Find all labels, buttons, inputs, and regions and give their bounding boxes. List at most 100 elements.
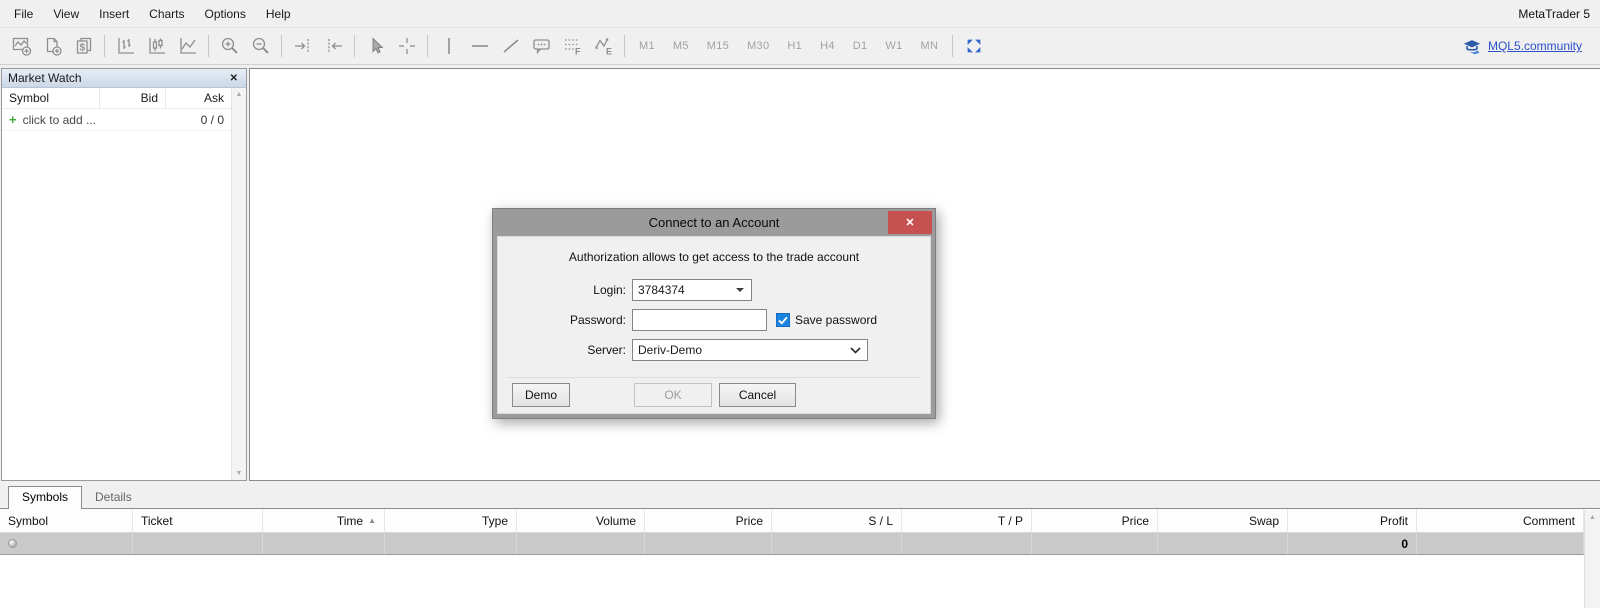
cancel-button[interactable]: Cancel (719, 383, 796, 407)
tab-details[interactable]: Details (82, 487, 145, 508)
column-type[interactable]: Type (385, 509, 517, 532)
login-row: Login: 3784374 (498, 279, 930, 301)
timeframe-m30-button[interactable]: M30 (738, 40, 778, 52)
new-chart-button[interactable] (6, 32, 37, 61)
crosshair-button[interactable] (391, 32, 422, 61)
dropdown-arrow-icon[interactable] (736, 288, 744, 292)
fullscreen-icon (964, 36, 984, 56)
auto-scroll-icon (292, 35, 314, 57)
market-watch-scrollbar[interactable]: ▲ ▼ (231, 88, 246, 480)
column-time[interactable]: Time ▲ (263, 509, 385, 532)
market-watch-header: Symbol Bid Ask (2, 88, 231, 109)
zoom-out-button[interactable] (245, 32, 276, 61)
mql5-community-link[interactable]: MQL5.community (1488, 39, 1582, 53)
column-profit[interactable]: Profit (1288, 509, 1417, 532)
column-tp[interactable]: T / P (902, 509, 1032, 532)
menu-options[interactable]: Options (195, 0, 256, 27)
toolbar-separator (104, 35, 105, 57)
bar-chart-button[interactable] (110, 32, 141, 61)
balance-row[interactable]: 0 (0, 533, 1584, 555)
cursor-button[interactable] (360, 32, 391, 61)
server-label: Server: (498, 343, 632, 357)
demo-button[interactable]: Demo (512, 383, 570, 407)
menu-help[interactable]: Help (256, 0, 301, 27)
cursor-icon (365, 35, 387, 57)
column-sl[interactable]: S / L (772, 509, 902, 532)
metatrader-window: File View Insert Charts Options Help Met… (0, 0, 1600, 608)
zoom-in-button[interactable] (214, 32, 245, 61)
scroll-up-icon[interactable]: ▲ (236, 91, 243, 98)
vertical-line-button[interactable] (433, 32, 464, 61)
timeframe-mn-button[interactable]: MN (912, 40, 948, 52)
crosshair-icon (396, 35, 418, 57)
column-symbol[interactable]: Symbol (0, 509, 133, 532)
timeframe-h1-button[interactable]: H1 (778, 40, 811, 52)
column-comment[interactable]: Comment (1417, 509, 1584, 532)
save-password-label[interactable]: Save password (795, 313, 877, 327)
scroll-up-icon[interactable]: ▲ (1589, 514, 1596, 521)
sort-asc-icon: ▲ (368, 516, 376, 525)
horizontal-line-button[interactable] (464, 32, 495, 61)
column-ticket[interactable]: Ticket (133, 509, 263, 532)
market-watch-title: Market Watch (8, 71, 82, 85)
candlestick-chart-icon (146, 35, 168, 57)
chart-shift-icon (323, 35, 345, 57)
server-value: Deriv-Demo (638, 343, 702, 357)
column-time-label: Time (337, 514, 363, 528)
save-password-checkbox[interactable] (776, 313, 790, 327)
column-price-open[interactable]: Price (645, 509, 772, 532)
timeframe-m1-button[interactable]: M1 (630, 40, 664, 52)
candlestick-chart-button[interactable] (141, 32, 172, 61)
timeframe-m5-button[interactable]: M5 (664, 40, 698, 52)
scroll-down-icon[interactable]: ▼ (236, 470, 243, 477)
column-volume[interactable]: Volume (517, 509, 645, 532)
dialog-close-button[interactable]: ✕ (888, 211, 932, 234)
toolbar: $ (0, 28, 1600, 65)
timeframe-w1-button[interactable]: W1 (876, 40, 911, 52)
password-input[interactable] (632, 309, 767, 331)
elliott-tools-button[interactable]: E (588, 32, 619, 61)
new-order-button[interactable] (37, 32, 68, 61)
menu-file[interactable]: File (4, 0, 43, 27)
fibonacci-icon: F (562, 35, 584, 57)
fibonacci-button[interactable]: F (557, 32, 588, 61)
text-label-button[interactable] (526, 32, 557, 61)
column-symbol[interactable]: Symbol (2, 88, 99, 108)
new-order-icon (42, 35, 64, 57)
click-to-add-row[interactable]: + click to add ... 0 / 0 (2, 109, 231, 131)
profiles-button[interactable]: $ (68, 32, 99, 61)
password-label: Password: (498, 313, 632, 327)
market-watch-close-icon[interactable]: ✕ (228, 73, 240, 84)
market-watch-titlebar: Market Watch ✕ (2, 69, 246, 88)
toolbar-separator (281, 35, 282, 57)
trendline-button[interactable] (495, 32, 526, 61)
horizontal-line-icon (469, 35, 491, 57)
dialog-body: Authorization allows to get access to th… (497, 236, 931, 414)
dialog-subtitle: Authorization allows to get access to th… (498, 250, 930, 264)
column-bid[interactable]: Bid (99, 88, 165, 108)
login-combobox[interactable]: 3784374 (632, 279, 752, 301)
toolbox-panel: Symbol Ticket Time ▲ Type Volume Price S… (0, 508, 1600, 608)
menu-insert[interactable]: Insert (89, 0, 139, 27)
timeframe-d1-button[interactable]: D1 (844, 40, 877, 52)
line-chart-button[interactable] (172, 32, 203, 61)
fullscreen-button[interactable] (958, 32, 989, 61)
ok-button[interactable]: OK (634, 383, 712, 407)
auto-scroll-button[interactable] (287, 32, 318, 61)
add-symbol-plus-icon: + (9, 112, 17, 127)
menu-charts[interactable]: Charts (139, 0, 194, 27)
timeframe-h4-button[interactable]: H4 (811, 40, 844, 52)
column-price-current[interactable]: Price (1032, 509, 1158, 532)
menu-view[interactable]: View (43, 0, 89, 27)
check-icon (778, 316, 788, 325)
tab-symbols[interactable]: Symbols (8, 486, 82, 509)
chevron-down-icon (850, 347, 861, 354)
chart-shift-button[interactable] (318, 32, 349, 61)
column-swap[interactable]: Swap (1158, 509, 1288, 532)
dialog-titlebar: Connect to an Account ✕ (493, 209, 935, 236)
timeframe-m15-button[interactable]: M15 (698, 40, 738, 52)
market-watch-panel: Market Watch ✕ Symbol Bid Ask + click to… (1, 68, 247, 481)
toolbox-scrollbar[interactable]: ▲ (1584, 510, 1600, 608)
column-ask[interactable]: Ask (165, 88, 231, 108)
server-select[interactable]: Deriv-Demo (632, 339, 868, 361)
